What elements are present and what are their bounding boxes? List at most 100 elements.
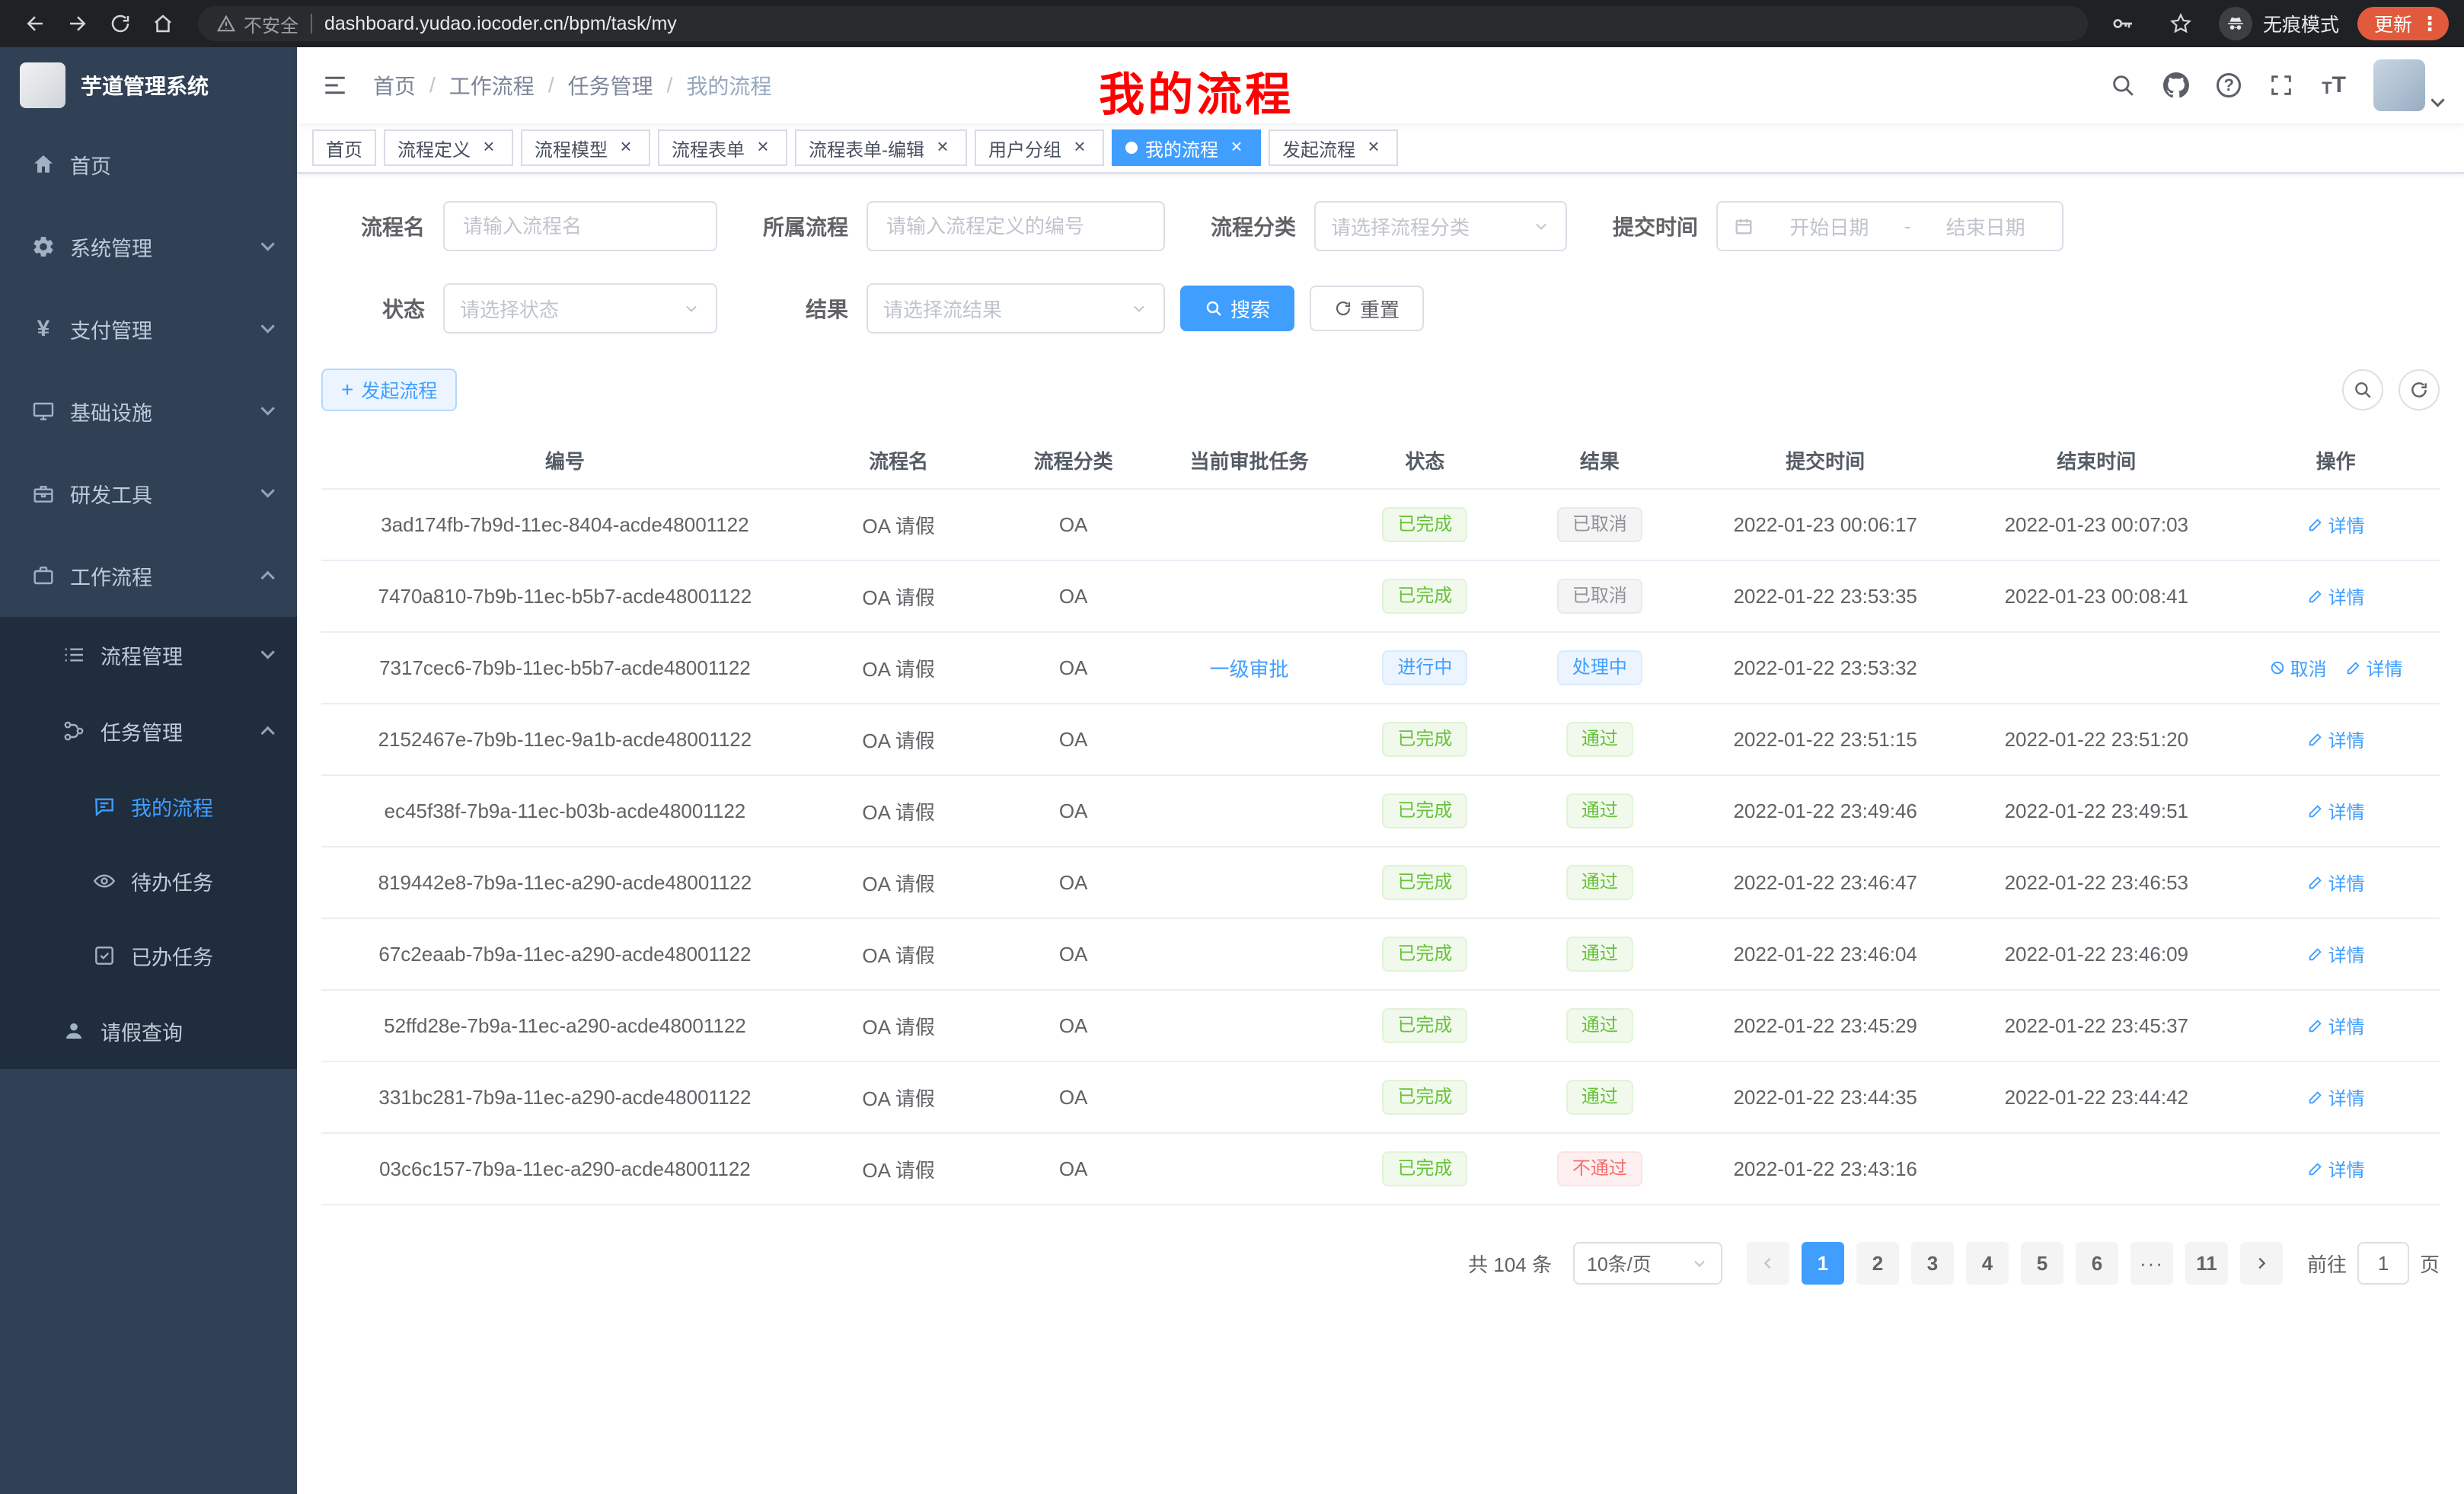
browser-menu-icon[interactable]: ⋮ (2420, 14, 2440, 34)
help-button[interactable]: ? (2217, 73, 2241, 97)
cell-name: OA 请假 (809, 775, 988, 847)
page-button[interactable]: 1 (1802, 1242, 1844, 1285)
browser-back-button[interactable] (15, 4, 55, 43)
cell-result: 通过 (1510, 704, 1690, 775)
date-range-picker[interactable]: 开始日期 - 结束日期 (1716, 201, 2063, 251)
start-process-button[interactable]: + 发起流程 (321, 369, 457, 411)
process-definition-input[interactable] (867, 201, 1165, 251)
filter-result: 结果 请选择流结果 (745, 283, 1165, 334)
breadcrumb-item[interactable]: 任务管理 (568, 70, 653, 101)
sidebar-item-todo-tasks[interactable]: 待办任务 (0, 844, 297, 918)
more-pages-button[interactable]: ··· (2130, 1242, 2173, 1285)
cell-name: OA 请假 (809, 918, 988, 990)
address-bar[interactable]: 不安全 dashboard.yudao.iocoder.cn/bpm/task/… (198, 6, 2088, 41)
browser-forward-button[interactable] (58, 4, 97, 43)
close-icon[interactable]: × (1363, 137, 1384, 158)
cell-actions: 详情 (2232, 560, 2440, 632)
cell-category: OA (988, 918, 1158, 990)
sidebar-item-payment[interactable]: ¥支付管理 (0, 288, 297, 370)
sidebar-item-label: 工作流程 (70, 561, 152, 591)
detail-link[interactable]: 详情 (2307, 511, 2365, 538)
sidebar-item-process-management[interactable]: 流程管理 (0, 617, 297, 693)
bookmark-star-button[interactable] (2161, 4, 2201, 43)
page-button[interactable]: 5 (2021, 1242, 2063, 1285)
cancel-link[interactable]: 取消 (2269, 654, 2327, 681)
tab-process-definition[interactable]: 流程定义× (384, 129, 513, 166)
detail-link[interactable]: 详情 (2307, 1155, 2365, 1182)
tab-label: 发起流程 (1282, 135, 1355, 161)
detail-link[interactable]: 详情 (2307, 1012, 2365, 1039)
forward-arrow-icon (66, 12, 89, 35)
tab-home[interactable]: 首页 (312, 129, 376, 166)
fullscreen-button[interactable] (2268, 72, 2294, 98)
tab-process-form-edit[interactable]: 流程表单-编辑× (795, 129, 967, 166)
sidebar-item-label: 流程管理 (101, 640, 183, 670)
close-icon[interactable]: × (1226, 137, 1247, 158)
browser-reload-button[interactable] (101, 4, 140, 43)
detail-link[interactable]: 详情 (2307, 869, 2365, 895)
github-button[interactable] (2163, 72, 2189, 98)
current-task-link[interactable]: 一级审批 (1209, 658, 1288, 681)
close-icon[interactable]: × (932, 137, 953, 158)
detail-link[interactable]: 详情 (2307, 583, 2365, 609)
tab-my-process[interactable]: 我的流程× (1112, 129, 1261, 166)
app-logo[interactable]: 芋道管理系统 (0, 47, 297, 123)
profile-chip[interactable]: 无痕模式 (2219, 7, 2339, 40)
sidebar-item-workflow[interactable]: 工作流程 (0, 535, 297, 617)
result-select[interactable]: 请选择流结果 (867, 283, 1165, 334)
status-select[interactable]: 请选择状态 (443, 283, 717, 334)
result-badge: 通过 (1566, 1008, 1633, 1043)
detail-link[interactable]: 详情 (2307, 726, 2365, 752)
user-menu[interactable] (2373, 59, 2443, 111)
sidebar-item-done-tasks[interactable]: 已办任务 (0, 918, 297, 993)
sidebar-item-leave-query[interactable]: 请假查询 (0, 993, 297, 1069)
close-icon[interactable]: × (1069, 137, 1090, 158)
browser-home-button[interactable] (143, 4, 183, 43)
sidebar-item-my-process[interactable]: 我的流程 (0, 769, 297, 844)
detail-link[interactable]: 详情 (2345, 654, 2403, 681)
page-button[interactable]: 11 (2185, 1242, 2228, 1285)
done-icon (91, 943, 117, 969)
toggle-search-button[interactable] (2342, 369, 2383, 410)
status-badge: 已完成 (1382, 579, 1467, 614)
page-button[interactable]: 6 (2076, 1242, 2118, 1285)
detail-link[interactable]: 详情 (2307, 1084, 2365, 1110)
process-name-input[interactable] (443, 201, 717, 251)
security-status[interactable]: 不安全 (216, 11, 298, 37)
sidebar-item-dev-tools[interactable]: 研发工具 (0, 452, 297, 535)
page-size-select[interactable]: 10条/页 (1573, 1242, 1722, 1285)
sidebar-item-home[interactable]: 首页 (0, 123, 297, 206)
tab-process-model[interactable]: 流程模型× (521, 129, 650, 166)
header-search-button[interactable] (2110, 72, 2136, 98)
font-size-button[interactable]: TT (2322, 74, 2346, 97)
table-row: 03c6c157-7b9a-11ec-a290-acde48001122OA 请… (321, 1133, 2440, 1205)
breadcrumb-item[interactable]: 首页 (373, 70, 416, 101)
password-key-button[interactable] (2103, 4, 2143, 43)
sidebar-item-task-management[interactable]: 任务管理 (0, 693, 297, 769)
sidebar-item-infrastructure[interactable]: 基础设施 (0, 370, 297, 452)
breadcrumb-item[interactable]: 工作流程 (449, 70, 535, 101)
close-icon[interactable]: × (615, 137, 637, 158)
cell-current-task: 一级审批 (1158, 632, 1340, 704)
page-button[interactable]: 4 (1966, 1242, 2009, 1285)
page-button[interactable]: 3 (1911, 1242, 1954, 1285)
detail-link[interactable]: 详情 (2307, 940, 2365, 967)
prev-page-button[interactable] (1747, 1242, 1789, 1285)
sidebar-item-system[interactable]: 系统管理 (0, 206, 297, 288)
tab-process-form[interactable]: 流程表单× (658, 129, 787, 166)
page-button[interactable]: 2 (1856, 1242, 1899, 1285)
tab-user-group[interactable]: 用户分组× (975, 129, 1104, 166)
close-icon[interactable]: × (752, 137, 774, 158)
close-icon[interactable]: × (478, 137, 500, 158)
update-button[interactable]: 更新 ⋮ (2357, 7, 2449, 40)
reset-button[interactable]: 重置 (1310, 286, 1424, 331)
cell-name: OA 请假 (809, 847, 988, 918)
search-button[interactable]: 搜索 (1180, 286, 1294, 331)
next-page-button[interactable] (2240, 1242, 2283, 1285)
hamburger-button[interactable] (297, 47, 373, 123)
tab-start-process[interactable]: 发起流程 × (1269, 129, 1398, 166)
refresh-table-button[interactable] (2399, 369, 2440, 410)
goto-page-input[interactable] (2357, 1242, 2409, 1285)
detail-link[interactable]: 详情 (2307, 797, 2365, 824)
category-select[interactable]: 请选择流程分类 (1314, 201, 1567, 251)
